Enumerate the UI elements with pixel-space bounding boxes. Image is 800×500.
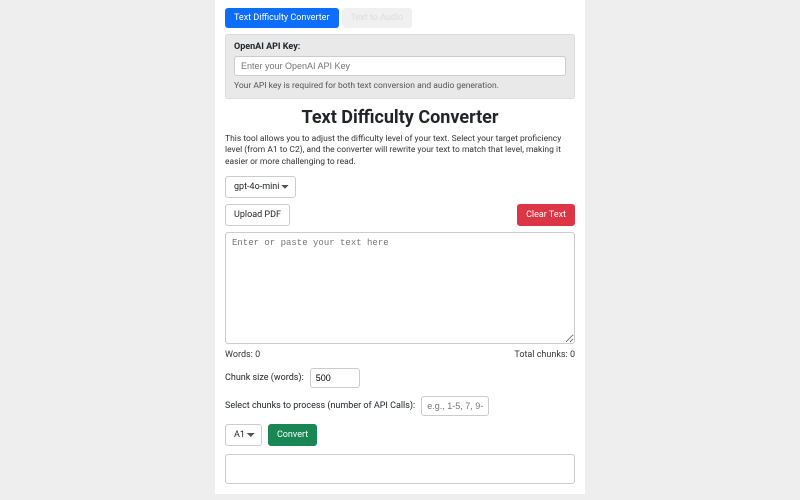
- model-select[interactable]: gpt-4o-mini: [225, 176, 296, 198]
- chunk-count: Total chunks: 0: [514, 350, 575, 360]
- select-chunks-input[interactable]: [421, 396, 489, 416]
- tab-text-to-audio[interactable]: Text to Audio: [342, 8, 413, 28]
- tool-description: This tool allows you to adjust the diffi…: [225, 134, 575, 168]
- text-input[interactable]: [225, 232, 575, 344]
- chunk-size-label: Chunk size (words):: [225, 373, 304, 383]
- convert-button[interactable]: Convert: [268, 424, 317, 446]
- api-key-input[interactable]: [234, 56, 566, 76]
- chunk-size-input[interactable]: [310, 368, 360, 388]
- select-chunks-label: Select chunks to process (number of API …: [225, 401, 415, 411]
- upload-pdf-button[interactable]: Upload PDF: [225, 204, 290, 226]
- clear-text-button[interactable]: Clear Text: [517, 204, 575, 226]
- tabs: Text Difficulty Converter Text to Audio: [225, 8, 575, 28]
- app-container: Text Difficulty Converter Text to Audio …: [215, 0, 585, 494]
- word-count: Words: 0: [225, 350, 260, 360]
- tab-text-difficulty[interactable]: Text Difficulty Converter: [225, 8, 339, 28]
- result-output: [225, 454, 575, 484]
- api-key-label: OpenAI API Key:: [234, 42, 566, 52]
- api-key-note: Your API key is required for both text c…: [234, 81, 566, 91]
- level-select[interactable]: A1: [225, 424, 262, 446]
- page-title: Text Difficulty Converter: [225, 107, 575, 128]
- api-key-panel: OpenAI API Key: Your API key is required…: [225, 34, 575, 99]
